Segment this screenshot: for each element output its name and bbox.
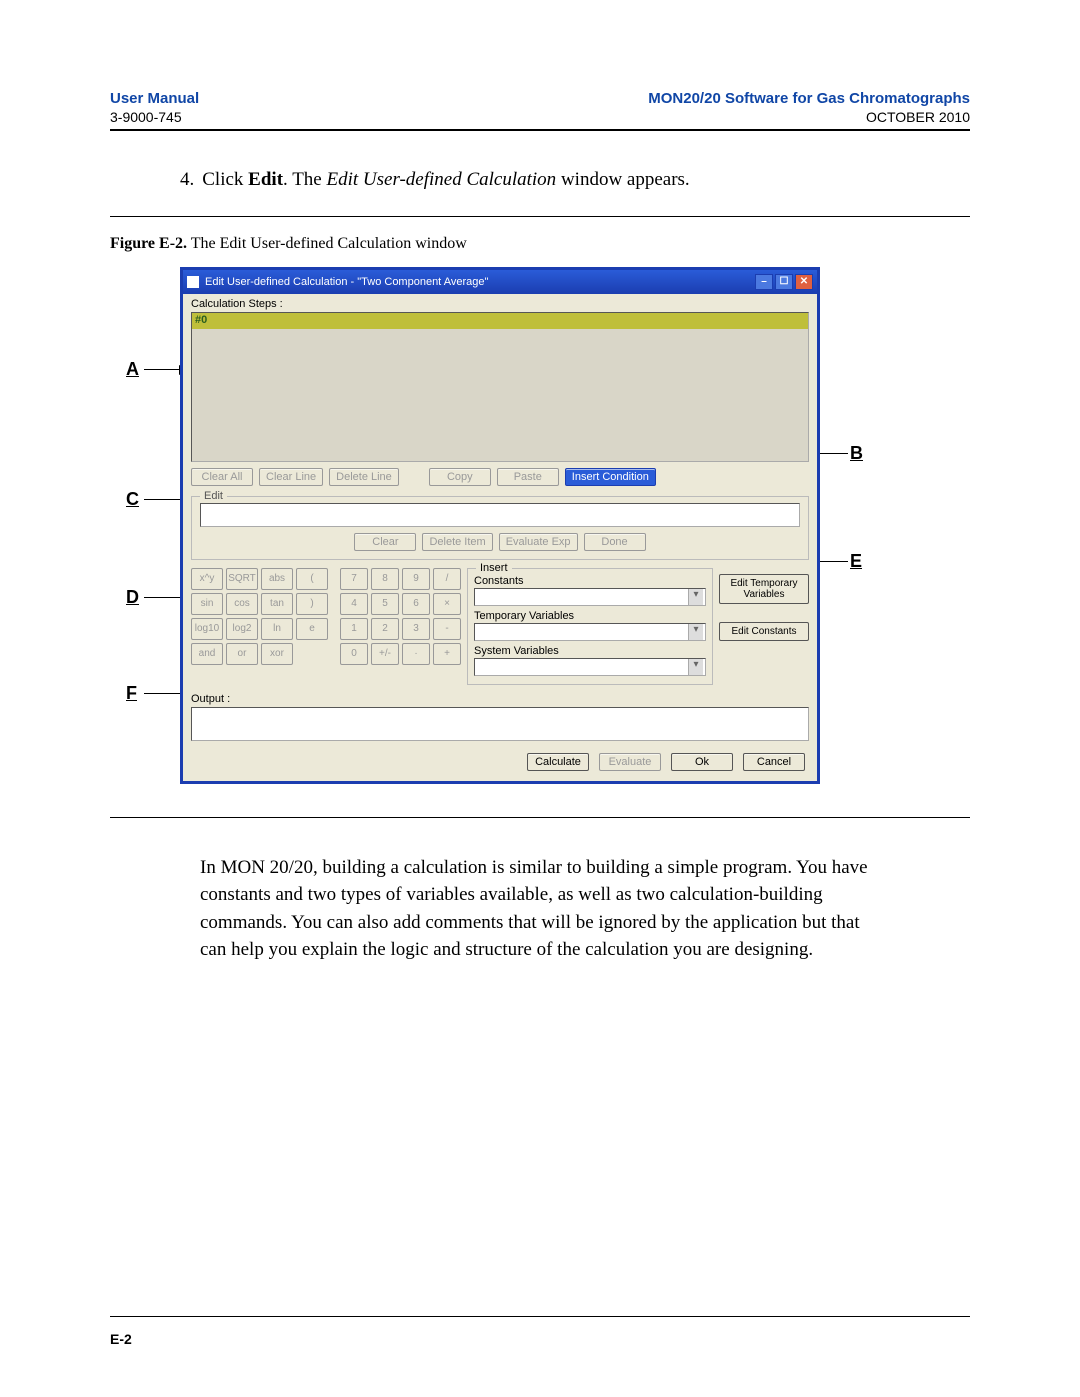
key-sin[interactable]: sin: [191, 593, 223, 615]
divider: [110, 216, 970, 217]
header-right-title: MON20/20 Software for Gas Chromatographs: [648, 90, 970, 107]
ok-button[interactable]: Ok: [671, 753, 733, 771]
sysvars-dropdown[interactable]: [474, 658, 706, 676]
key-log2[interactable]: log2: [226, 618, 258, 640]
callout-a: A: [126, 359, 139, 380]
edit-temp-vars-button[interactable]: Edit Temporary Variables: [719, 574, 809, 604]
key-log10[interactable]: log10: [191, 618, 223, 640]
key-minus[interactable]: -: [433, 618, 461, 640]
callout-d: D: [126, 587, 139, 608]
delete-item-button[interactable]: Delete Item: [422, 533, 492, 551]
key-or[interactable]: or: [226, 643, 258, 665]
output-label: Output :: [183, 689, 817, 707]
key-0[interactable]: 0: [340, 643, 368, 665]
keypad: x^y SQRT abs ( 7 8 9 / sin cos tan ) 4 5: [191, 568, 461, 665]
calc-steps-label: Calculation Steps :: [183, 294, 817, 312]
output-box[interactable]: [191, 707, 809, 741]
insert-legend: Insert: [476, 562, 512, 574]
clear-button[interactable]: Clear: [354, 533, 416, 551]
app-icon: [187, 276, 199, 288]
key-3[interactable]: 3: [402, 618, 430, 640]
clear-line-button[interactable]: Clear Line: [259, 468, 323, 486]
figure-caption-text: The Edit User-defined Calculation window: [191, 235, 467, 252]
minimize-button[interactable]: –: [755, 274, 773, 290]
key-4[interactable]: 4: [340, 593, 368, 615]
body-paragraph: In MON 20/20, building a calculation is …: [200, 854, 870, 964]
page-header: User Manual 3-9000-745 MON20/20 Software…: [110, 90, 970, 131]
window-title: Edit User-defined Calculation - "Two Com…: [205, 276, 488, 288]
key-plusminus[interactable]: +/-: [371, 643, 399, 665]
insert-fieldset: Insert Constants Temporary Variables Sys…: [467, 568, 713, 685]
key-ln[interactable]: ln: [261, 618, 293, 640]
tempvars-dropdown[interactable]: [474, 623, 706, 641]
key-plus[interactable]: +: [433, 643, 461, 665]
header-right-sub: OCTOBER 2010: [648, 109, 970, 125]
key-e[interactable]: e: [296, 618, 328, 640]
key-8[interactable]: 8: [371, 568, 399, 590]
done-button[interactable]: Done: [584, 533, 646, 551]
key-5[interactable]: 5: [371, 593, 399, 615]
paste-button[interactable]: Paste: [497, 468, 559, 486]
key-xy[interactable]: x^y: [191, 568, 223, 590]
calculate-button[interactable]: Calculate: [527, 753, 589, 771]
step-text: 4.Click Edit. The Edit User-defined Calc…: [180, 167, 970, 194]
delete-line-button[interactable]: Delete Line: [329, 468, 399, 486]
tempvars-label: Temporary Variables: [474, 610, 706, 622]
calc-steps-list[interactable]: #0: [191, 312, 809, 462]
key-1[interactable]: 1: [340, 618, 368, 640]
header-left-title: User Manual: [110, 90, 199, 107]
cancel-button[interactable]: Cancel: [743, 753, 805, 771]
edit-input[interactable]: [200, 503, 800, 527]
key-rparen[interactable]: ): [296, 593, 328, 615]
clear-all-button[interactable]: Clear All: [191, 468, 253, 486]
callout-e: E: [850, 551, 862, 572]
key-sqrt[interactable]: SQRT: [226, 568, 258, 590]
key-abs[interactable]: abs: [261, 568, 293, 590]
evaluate-exp-button[interactable]: Evaluate Exp: [499, 533, 578, 551]
divider-2: [110, 817, 970, 818]
key-7[interactable]: 7: [340, 568, 368, 590]
close-button[interactable]: ✕: [795, 274, 813, 290]
key-dot[interactable]: ·: [402, 643, 430, 665]
key-xor[interactable]: xor: [261, 643, 293, 665]
copy-button[interactable]: Copy: [429, 468, 491, 486]
callout-f: F: [126, 683, 137, 704]
figure-area: A B C D E F Edit User-defined Calculatio…: [110, 267, 970, 807]
key-9[interactable]: 9: [402, 568, 430, 590]
edit-legend: Edit: [200, 490, 227, 502]
sysvars-label: System Variables: [474, 645, 706, 657]
step-number: 4.: [180, 169, 194, 190]
key-div[interactable]: /: [433, 568, 461, 590]
constants-label: Constants: [474, 575, 706, 587]
callout-b: B: [850, 443, 863, 464]
header-left-sub: 3-9000-745: [110, 109, 199, 125]
key-6[interactable]: 6: [402, 593, 430, 615]
step-row-0[interactable]: #0: [192, 313, 808, 329]
constants-dropdown[interactable]: [474, 588, 706, 606]
insert-condition-button[interactable]: Insert Condition: [565, 468, 656, 486]
edit-calc-window: Edit User-defined Calculation - "Two Com…: [180, 267, 820, 784]
figure-caption: Figure E-2. The Edit User-defined Calcul…: [110, 235, 970, 253]
titlebar[interactable]: Edit User-defined Calculation - "Two Com…: [183, 270, 817, 294]
edit-fieldset: Edit Clear Delete Item Evaluate Exp Done: [191, 496, 809, 560]
figure-number: Figure E-2.: [110, 235, 187, 252]
key-tan[interactable]: tan: [261, 593, 293, 615]
evaluate-button[interactable]: Evaluate: [599, 753, 661, 771]
step-bold: Edit: [248, 169, 283, 190]
page-number: E-2: [110, 1331, 132, 1347]
key-and[interactable]: and: [191, 643, 223, 665]
footer-line: [110, 1316, 970, 1317]
key-mul[interactable]: ×: [433, 593, 461, 615]
key-2[interactable]: 2: [371, 618, 399, 640]
maximize-button[interactable]: ☐: [775, 274, 793, 290]
callout-c: C: [126, 489, 139, 510]
edit-constants-button[interactable]: Edit Constants: [719, 622, 809, 641]
key-lparen[interactable]: (: [296, 568, 328, 590]
key-cos[interactable]: cos: [226, 593, 258, 615]
step-italic: Edit User-defined Calculation: [326, 169, 556, 190]
